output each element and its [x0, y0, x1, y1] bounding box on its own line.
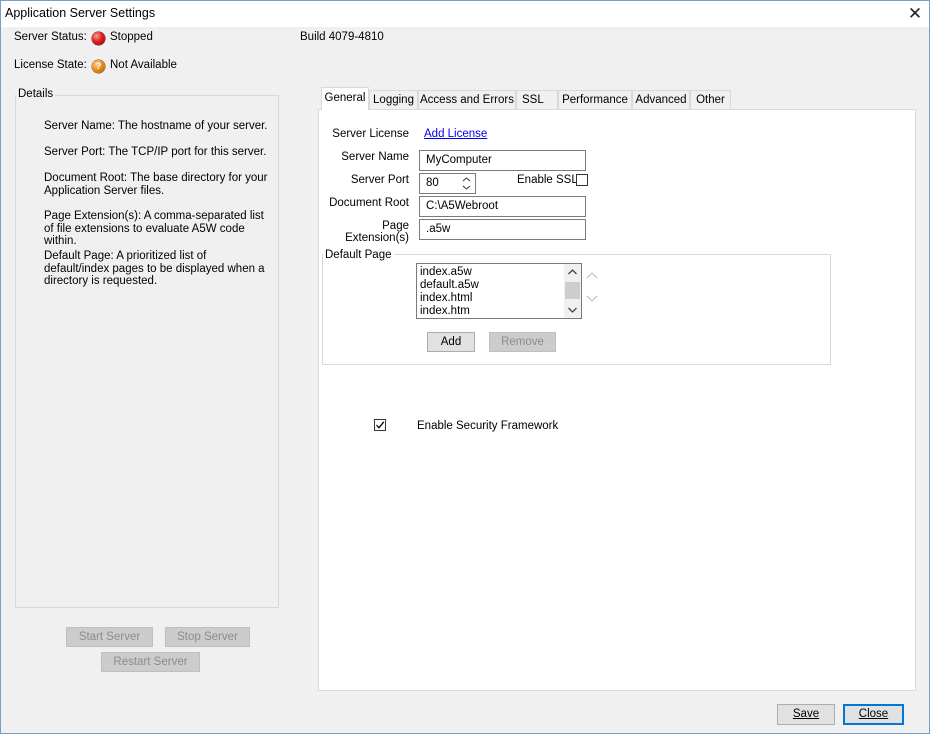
- enable-ssl-label: Enable SSL: [517, 174, 578, 186]
- remove-page-button[interactable]: Remove: [489, 332, 556, 352]
- tab-performance[interactable]: Performance: [558, 90, 632, 109]
- scroll-down-icon[interactable]: [568, 307, 577, 313]
- server-port-stepper[interactable]: 80: [419, 173, 476, 194]
- window-title: Application Server Settings: [5, 6, 156, 20]
- default-pages-list[interactable]: index.a5w default.a5w index.html index.h…: [416, 263, 582, 319]
- page-extensions-field[interactable]: .a5w: [419, 219, 586, 240]
- list-scrollbar[interactable]: [564, 264, 581, 318]
- server-port-value: 80: [426, 177, 439, 189]
- details-legend: Details: [16, 88, 56, 100]
- stop-server-button[interactable]: Stop Server: [165, 627, 250, 647]
- server-license-label: Server License: [332, 128, 409, 140]
- add-license-link[interactable]: Add License: [424, 128, 487, 140]
- list-item[interactable]: default.a5w: [420, 279, 479, 292]
- document-root-label: Document Root: [329, 197, 409, 209]
- details-document-root: Document Root: The base directory for yo…: [44, 172, 268, 197]
- enable-ssl-checkbox[interactable]: [576, 174, 588, 186]
- save-button-label: Save: [792, 708, 820, 720]
- close-button-label: Close: [858, 708, 889, 720]
- tab-advanced[interactable]: Advanced: [632, 90, 690, 109]
- server-status-label: Server Status:: [14, 31, 87, 43]
- tab-logging[interactable]: Logging: [369, 90, 418, 109]
- close-button[interactable]: Close: [843, 704, 904, 725]
- license-state-value: Not Available: [110, 59, 177, 71]
- details-server-port: Server Port: The TCP/IP port for this se…: [44, 146, 267, 158]
- details-server-name: Server Name: The hostname of your server…: [44, 120, 268, 132]
- spin-arrows-icon[interactable]: [460, 175, 473, 192]
- title-bar: Application Server Settings ✕: [1, 1, 929, 27]
- list-item[interactable]: index.htm: [420, 305, 470, 318]
- tab-general[interactable]: General: [321, 87, 369, 110]
- list-item[interactable]: index.html: [420, 292, 472, 305]
- red-circle-icon: [92, 32, 105, 45]
- license-state-label: License State:: [14, 59, 87, 71]
- scroll-thumb[interactable]: [565, 282, 580, 299]
- server-port-label: Server Port: [350, 174, 409, 186]
- tab-ssl[interactable]: SSL: [516, 90, 558, 109]
- add-page-button[interactable]: Add: [427, 332, 475, 352]
- server-name-field[interactable]: MyComputer: [419, 150, 586, 171]
- move-up-icon[interactable]: [586, 272, 598, 279]
- enable-security-label: Enable Security Framework: [417, 420, 559, 432]
- build-number: Build 4079-4810: [300, 31, 384, 43]
- tab-other[interactable]: Other: [690, 90, 731, 109]
- page-extensions-label: Page Extension(s): [345, 220, 409, 244]
- server-name-label: Server Name: [341, 151, 409, 163]
- default-page-legend: Default Page: [323, 249, 394, 261]
- tab-access-and-errors[interactable]: Access and Errors: [418, 90, 516, 109]
- scroll-up-icon[interactable]: [568, 269, 577, 275]
- details-page-extensions: Page Extension(s): A comma-separated lis…: [44, 210, 264, 247]
- document-root-field[interactable]: C:\A5Webroot: [419, 196, 586, 217]
- enable-security-checkbox[interactable]: [374, 419, 386, 431]
- close-icon[interactable]: ✕: [902, 1, 928, 27]
- details-default-page: Default Page: A prioritized list of defa…: [44, 250, 265, 287]
- restart-server-button[interactable]: Restart Server: [101, 652, 200, 672]
- server-status-value: Stopped: [110, 31, 153, 43]
- save-button[interactable]: Save: [777, 704, 835, 725]
- list-item[interactable]: index.a5w: [420, 266, 472, 279]
- start-server-button[interactable]: Start Server: [66, 627, 153, 647]
- question-circle-icon: ?: [92, 60, 105, 73]
- checkmark-icon: [376, 421, 385, 429]
- move-down-icon[interactable]: [586, 295, 598, 302]
